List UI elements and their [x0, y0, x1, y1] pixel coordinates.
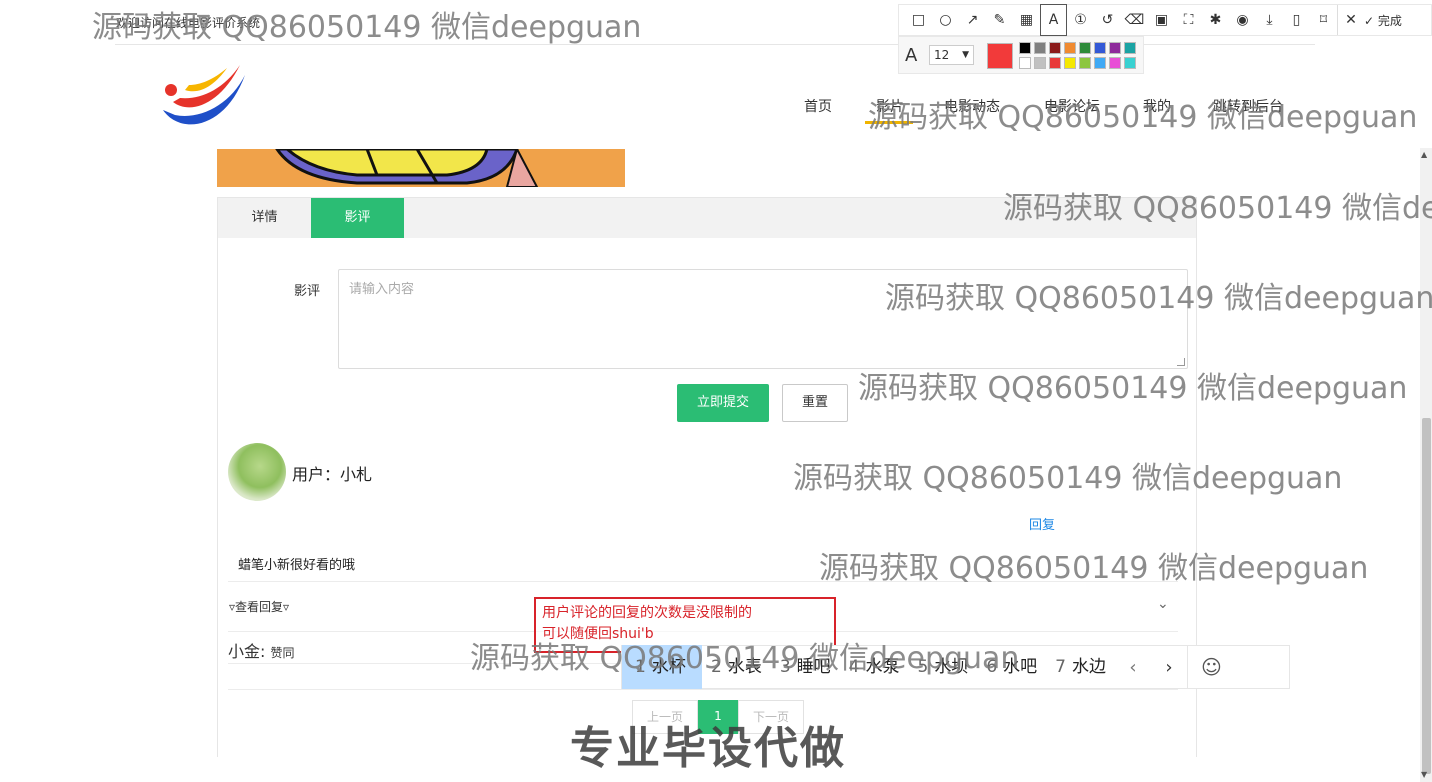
color-swatch[interactable]: [1079, 42, 1091, 54]
color-swatch[interactable]: [1049, 42, 1061, 54]
ocr-icon[interactable]: ▣: [1148, 5, 1175, 35]
tab-details[interactable]: 详情: [218, 198, 311, 238]
color-swatch[interactable]: [1019, 57, 1031, 69]
color-swatch[interactable]: [1019, 42, 1031, 54]
close-icon[interactable]: ✕: [1337, 5, 1364, 35]
movie-poster: [217, 149, 625, 187]
submit-button[interactable]: 立即提交: [677, 384, 769, 422]
watermark: 源码获取 QQ86050149 微信deepguan: [470, 641, 1020, 676]
review-label: 影评: [294, 284, 321, 299]
comment-user: 用户：小札: [292, 461, 372, 485]
color-swatch[interactable]: [1124, 57, 1136, 69]
pen-icon[interactable]: ✎: [986, 5, 1013, 35]
color-swatch[interactable]: [1094, 57, 1106, 69]
annotation-line-1: 用户评论的回复的次数是没限制的: [542, 605, 752, 621]
watermark: 源码获取 QQ86050149 微信deepguan: [92, 10, 642, 45]
watermark: 源码获取 QQ86050149 微信deepguan: [1003, 191, 1432, 226]
list-bottom-divider: [228, 689, 1178, 690]
site-logo[interactable]: [155, 60, 250, 135]
user-avatar: [228, 443, 286, 501]
reply-item: 小金: 赞同: [228, 638, 295, 662]
comment-user-name: 小札: [340, 465, 373, 484]
comment-user-prefix: 用户：: [292, 465, 341, 484]
color-swatch[interactable]: [1079, 57, 1091, 69]
current-color-swatch[interactable]: [987, 43, 1013, 69]
ellipse-icon[interactable]: ○: [932, 5, 959, 35]
watermark: 源码获取 QQ86050149 微信deepguan: [819, 551, 1369, 586]
scroll-up-icon[interactable]: ▲: [1421, 150, 1427, 159]
number-icon[interactable]: ①: [1067, 5, 1094, 35]
watermark: 源码获取 QQ86050149 微信deepguan: [885, 281, 1432, 316]
view-replies-toggle[interactable]: ▿查看回复▿: [229, 598, 289, 615]
color-palette: [1019, 42, 1139, 72]
bottom-watermark: 专业毕设代做: [570, 723, 846, 774]
ime-prev-icon[interactable]: ‹: [1115, 657, 1151, 678]
color-swatch[interactable]: [1049, 57, 1061, 69]
done-button[interactable]: ✓ 完成: [1364, 12, 1402, 29]
color-swatch[interactable]: [1109, 42, 1121, 54]
chevron-down-icon[interactable]: ⌄: [1157, 596, 1169, 612]
eraser-icon[interactable]: ⌫: [1121, 5, 1148, 35]
scroll-capture-icon[interactable]: ⛶: [1175, 5, 1202, 35]
reset-button[interactable]: 重置: [782, 384, 848, 422]
ime-next-icon[interactable]: ›: [1151, 657, 1187, 678]
nav-home[interactable]: 首页: [804, 96, 832, 116]
pin-icon[interactable]: ✱: [1202, 5, 1229, 35]
reply-link[interactable]: 回复: [1029, 514, 1055, 533]
bookmark-icon[interactable]: ⌑: [1310, 5, 1337, 35]
color-swatch[interactable]: [1064, 42, 1076, 54]
undo-icon[interactable]: ↺: [1094, 5, 1121, 35]
scroll-down-icon[interactable]: ▼: [1421, 770, 1427, 779]
color-swatch[interactable]: [1124, 42, 1136, 54]
record-icon[interactable]: ◉: [1229, 5, 1256, 35]
font-size-select[interactable]: 12 ▼: [929, 45, 974, 65]
phone-icon[interactable]: ▯: [1283, 5, 1310, 35]
tab-reviews[interactable]: 影评: [311, 198, 404, 238]
color-swatch[interactable]: [1034, 57, 1046, 69]
screenshot-toolbar: □ ○ ↗ ✎ ▦ A ① ↺ ⌫ ▣ ⛶ ✱ ◉ ⤓ ▯ ⌑ ✕ ✓ 完成: [898, 4, 1432, 36]
font-icon: A: [905, 45, 918, 66]
watermark: 源码获取 QQ86050149 微信deepguan: [868, 100, 1418, 135]
review-placeholder: 请输入内容: [349, 282, 415, 297]
reply-author: 小金:: [228, 642, 266, 661]
arrow-icon[interactable]: ↗: [959, 5, 986, 35]
text-icon[interactable]: A: [1040, 4, 1067, 36]
watermark: 源码获取 QQ86050149 微信deepguan: [858, 371, 1408, 406]
color-swatch[interactable]: [1094, 42, 1106, 54]
watermark: 源码获取 QQ86050149 微信deepguan: [793, 461, 1343, 496]
text-style-panel: A 12 ▼: [898, 36, 1144, 74]
mosaic-icon[interactable]: ▦: [1013, 5, 1040, 35]
color-swatch[interactable]: [1109, 57, 1121, 69]
emoji-icon[interactable]: ☺: [1186, 645, 1235, 689]
rectangle-icon[interactable]: □: [905, 5, 932, 35]
download-icon[interactable]: ⤓: [1256, 5, 1283, 35]
scrollbar-thumb[interactable]: [1422, 418, 1431, 774]
color-swatch[interactable]: [1034, 42, 1046, 54]
reply-text: 赞同: [270, 646, 295, 660]
comment-text: 蜡笔小新很好看的哦: [238, 558, 356, 573]
ime-candidate-7[interactable]: 7 水边: [1046, 645, 1115, 689]
color-swatch[interactable]: [1064, 57, 1076, 69]
